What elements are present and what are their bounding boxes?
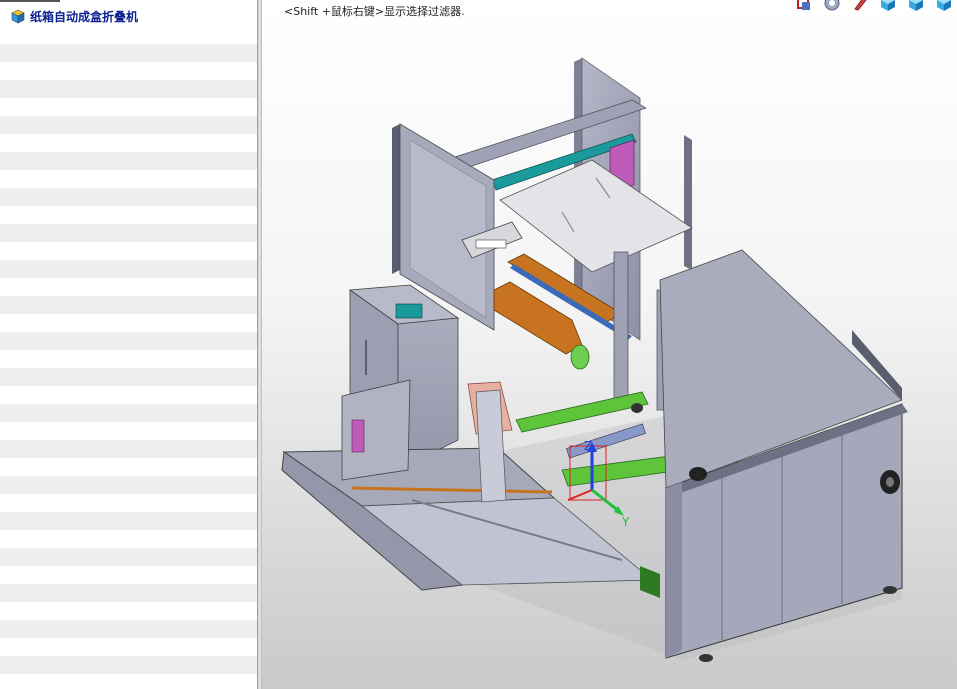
green-roller: [570, 344, 590, 370]
cabinet-screen: [395, 303, 423, 319]
assembly-icon: [10, 8, 26, 24]
feature-tree-panel: 纸箱自动成盒折叠机: [0, 0, 257, 689]
leveling-foot: [699, 654, 713, 662]
tree-item-label: 纸箱自动成盒折叠机: [30, 9, 139, 24]
side-door-inner: [409, 139, 487, 319]
machine-3d-model[interactable]: Z Y: [262, 0, 957, 689]
leveling-foot: [883, 586, 897, 594]
center-post: [613, 251, 629, 403]
tree-row-stripes: [0, 26, 257, 689]
black-knob: [689, 467, 707, 481]
tree-header-line: [0, 0, 60, 2]
magenta-cylinder: [351, 419, 365, 453]
rear-column-right: [684, 135, 692, 270]
graphics-viewport[interactable]: <Shift +鼠标右键>显示选择过滤器. Z Y: [262, 0, 957, 689]
door-frame-edge: [392, 124, 400, 274]
triad-z-label: Z: [584, 439, 592, 453]
triad-y-label: Y: [621, 515, 630, 529]
tree-item-root-assembly[interactable]: 纸箱自动成盒折叠机: [10, 7, 138, 25]
